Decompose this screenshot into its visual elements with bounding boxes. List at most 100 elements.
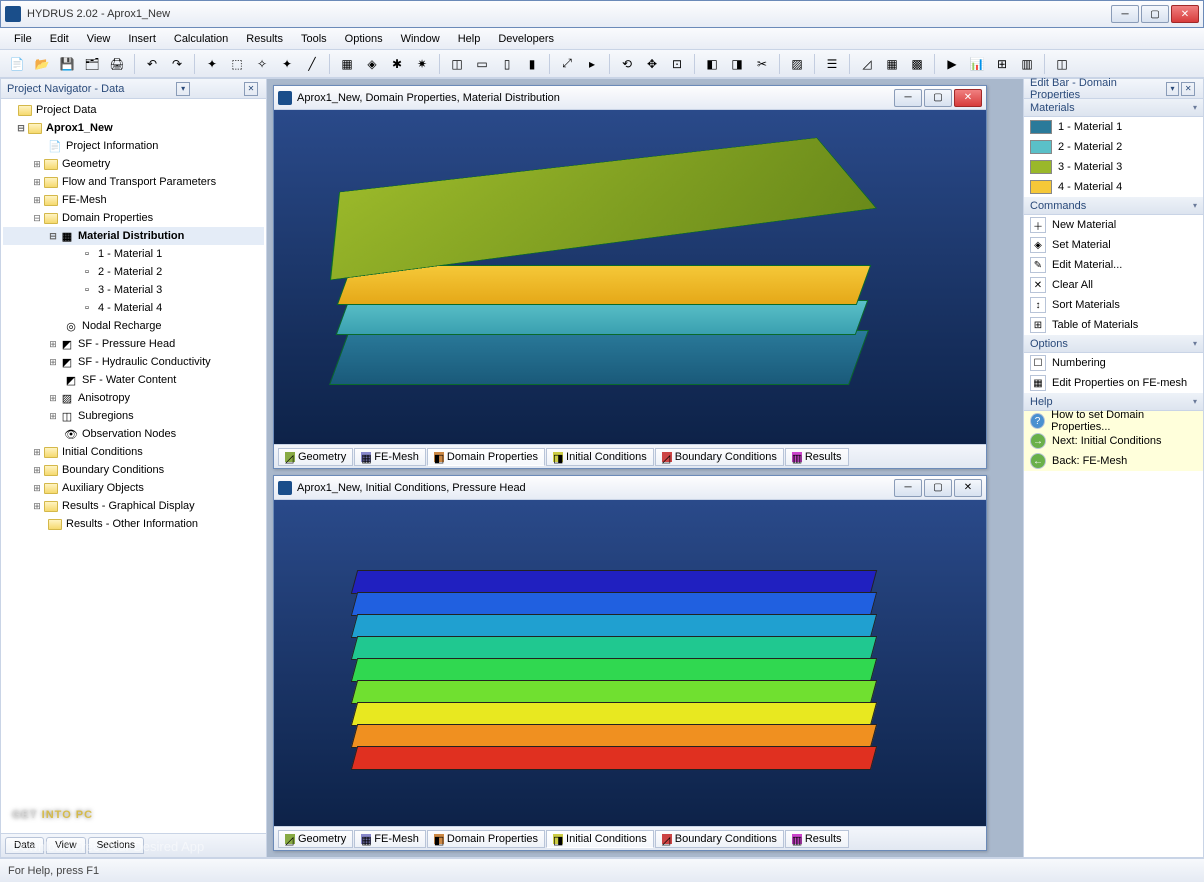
menu-developers[interactable]: Developers xyxy=(490,31,562,47)
tree-mat1[interactable]: 1 - Material 1 xyxy=(98,248,162,260)
material-1[interactable]: 1 - Material 1 xyxy=(1024,117,1203,137)
list-icon[interactable]: ☰ xyxy=(821,53,843,75)
subwin2-close[interactable]: ✕ xyxy=(954,479,982,497)
undo-icon[interactable]: ↶ xyxy=(141,53,163,75)
vtab-domain-1[interactable]: ◧Domain Properties xyxy=(427,448,545,466)
cut-icon[interactable]: ✂ xyxy=(751,53,773,75)
help-next[interactable]: →Next: Initial Conditions xyxy=(1024,431,1203,451)
tree-geometry[interactable]: Geometry xyxy=(62,158,110,170)
hatch-icon[interactable]: ▨ xyxy=(786,53,808,75)
pin-icon[interactable]: ▾ xyxy=(176,82,190,96)
editbar-close-icon[interactable]: ✕ xyxy=(1181,82,1195,96)
bars-icon[interactable]: ▥ xyxy=(1016,53,1038,75)
menu-edit[interactable]: Edit xyxy=(42,31,77,47)
subwin1-close[interactable]: ✕ xyxy=(954,89,982,107)
menu-tools[interactable]: Tools xyxy=(293,31,335,47)
close-panel-icon[interactable]: ✕ xyxy=(244,82,258,96)
close-button[interactable]: ✕ xyxy=(1171,5,1199,23)
subwin1-max[interactable]: ▢ xyxy=(924,89,952,107)
subwin2-titlebar[interactable]: Aprox1_New, Initial Conditions, Pressure… xyxy=(274,476,986,500)
tree-subregions[interactable]: Subregions xyxy=(78,410,134,422)
menu-window[interactable]: Window xyxy=(393,31,448,47)
tree-matdist[interactable]: Material Distribution xyxy=(78,230,184,242)
menu-calculation[interactable]: Calculation xyxy=(166,31,236,47)
tree-results-oi[interactable]: Results - Other Information xyxy=(66,518,198,530)
viewport-material[interactable] xyxy=(274,110,986,444)
material-2[interactable]: 2 - Material 2 xyxy=(1024,137,1203,157)
rotate-icon[interactable]: ⟲ xyxy=(616,53,638,75)
tree-flow[interactable]: Flow and Transport Parameters xyxy=(62,176,216,188)
cmd-edit-material[interactable]: ✎Edit Material... xyxy=(1024,255,1203,275)
opt-edit-fe[interactable]: ▦Edit Properties on FE-mesh xyxy=(1024,373,1203,393)
cmd-sort-materials[interactable]: ↕Sort Materials xyxy=(1024,295,1203,315)
view3d-icon[interactable]: ◫ xyxy=(446,53,468,75)
tree-project[interactable]: Aprox1_New xyxy=(46,122,113,134)
run-icon[interactable]: ▶ xyxy=(941,53,963,75)
tree-domain[interactable]: Domain Properties xyxy=(62,212,153,224)
wizard-icon[interactable]: ✦ xyxy=(201,53,223,75)
vtab-boundary-1[interactable]: ◿Boundary Conditions xyxy=(655,448,784,466)
viewxy-icon[interactable]: ▭ xyxy=(471,53,493,75)
mesh3-icon[interactable]: ▩ xyxy=(906,53,928,75)
vtab-results-1[interactable]: ▥Results xyxy=(785,448,849,466)
chart-icon[interactable]: 📊 xyxy=(966,53,988,75)
vtab-domain-2[interactable]: ◧Domain Properties xyxy=(427,830,545,848)
nodes-icon[interactable]: ✦ xyxy=(276,53,298,75)
table-icon[interactable]: ⊞ xyxy=(991,53,1013,75)
cmd-table-materials[interactable]: ⊞Table of Materials xyxy=(1024,315,1203,335)
subwin1-titlebar[interactable]: Aprox1_New, Domain Properties, Material … xyxy=(274,86,986,110)
opt-numbering[interactable]: ☐Numbering xyxy=(1024,353,1203,373)
star-icon[interactable]: ✱ xyxy=(386,53,408,75)
open-icon[interactable]: 📂 xyxy=(31,53,53,75)
zoom-icon[interactable]: ⊡ xyxy=(666,53,688,75)
tree-boundary[interactable]: Boundary Conditions xyxy=(62,464,164,476)
vtab-geometry-2[interactable]: ◿Geometry xyxy=(278,830,353,848)
subwin2-min[interactable]: ─ xyxy=(894,479,922,497)
axis-icon[interactable]: ⤢ xyxy=(556,53,578,75)
mesh2-icon[interactable]: ▦ xyxy=(881,53,903,75)
grid-icon[interactable]: ▦ xyxy=(336,53,358,75)
select-icon[interactable]: ⬚ xyxy=(226,53,248,75)
tree-anisotropy[interactable]: Anisotropy xyxy=(78,392,130,404)
new-icon[interactable]: 📄 xyxy=(6,53,28,75)
star2-icon[interactable]: ✷ xyxy=(411,53,433,75)
tree-results-gd[interactable]: Results - Graphical Display xyxy=(62,500,195,512)
menu-view[interactable]: View xyxy=(79,31,119,47)
menu-file[interactable]: File xyxy=(6,31,40,47)
vtab-initial-2[interactable]: ◨Initial Conditions xyxy=(546,830,654,848)
tree-mat3[interactable]: 3 - Material 3 xyxy=(98,284,162,296)
tree-nodal[interactable]: Nodal Recharge xyxy=(82,320,162,332)
menu-insert[interactable]: Insert xyxy=(120,31,164,47)
vtab-femesh-2[interactable]: ▦FE-Mesh xyxy=(354,830,426,848)
tree-mat2[interactable]: 2 - Material 2 xyxy=(98,266,162,278)
tree-femesh[interactable]: FE-Mesh xyxy=(62,194,107,206)
tree-aux[interactable]: Auxiliary Objects xyxy=(62,482,144,494)
redo-icon[interactable]: ↷ xyxy=(166,53,188,75)
tri-icon[interactable]: ◿ xyxy=(856,53,878,75)
vtab-femesh-1[interactable]: ▦FE-Mesh xyxy=(354,448,426,466)
tree-obs[interactable]: Observation Nodes xyxy=(82,428,176,440)
tree-mat4[interactable]: 4 - Material 4 xyxy=(98,302,162,314)
tree-sf-hydraulic[interactable]: SF - Hydraulic Conductivity xyxy=(78,356,211,368)
tree-sf-pressure[interactable]: SF - Pressure Head xyxy=(78,338,175,350)
subwin1-min[interactable]: ─ xyxy=(894,89,922,107)
print-icon[interactable]: 🖨 xyxy=(106,53,128,75)
project-tree[interactable]: Project Data ⊟Aprox1_New 📄Project Inform… xyxy=(1,99,266,833)
material-4[interactable]: 4 - Material 4 xyxy=(1024,177,1203,197)
viewport-pressure[interactable] xyxy=(274,500,986,826)
tree-initial[interactable]: Initial Conditions xyxy=(62,446,143,458)
tree-sf-water[interactable]: SF - Water Content xyxy=(82,374,176,386)
section-options[interactable]: Options▾ xyxy=(1024,335,1203,353)
tree-root[interactable]: Project Data xyxy=(36,104,97,116)
section-materials[interactable]: Materials▾ xyxy=(1024,99,1203,117)
vtab-boundary-2[interactable]: ◿Boundary Conditions xyxy=(655,830,784,848)
help-back[interactable]: ←Back: FE-Mesh xyxy=(1024,451,1203,471)
cmd-new-material[interactable]: ＋New Material xyxy=(1024,215,1203,235)
help-howto[interactable]: ?How to set Domain Properties... xyxy=(1024,411,1203,431)
snap-icon[interactable]: ◈ xyxy=(361,53,383,75)
viewxz-icon[interactable]: ▯ xyxy=(496,53,518,75)
maximize-button[interactable]: ▢ xyxy=(1141,5,1169,23)
vtab-geometry-1[interactable]: ◿Geometry xyxy=(278,448,353,466)
material-3[interactable]: 3 - Material 3 xyxy=(1024,157,1203,177)
line-icon[interactable]: ╱ xyxy=(301,53,323,75)
